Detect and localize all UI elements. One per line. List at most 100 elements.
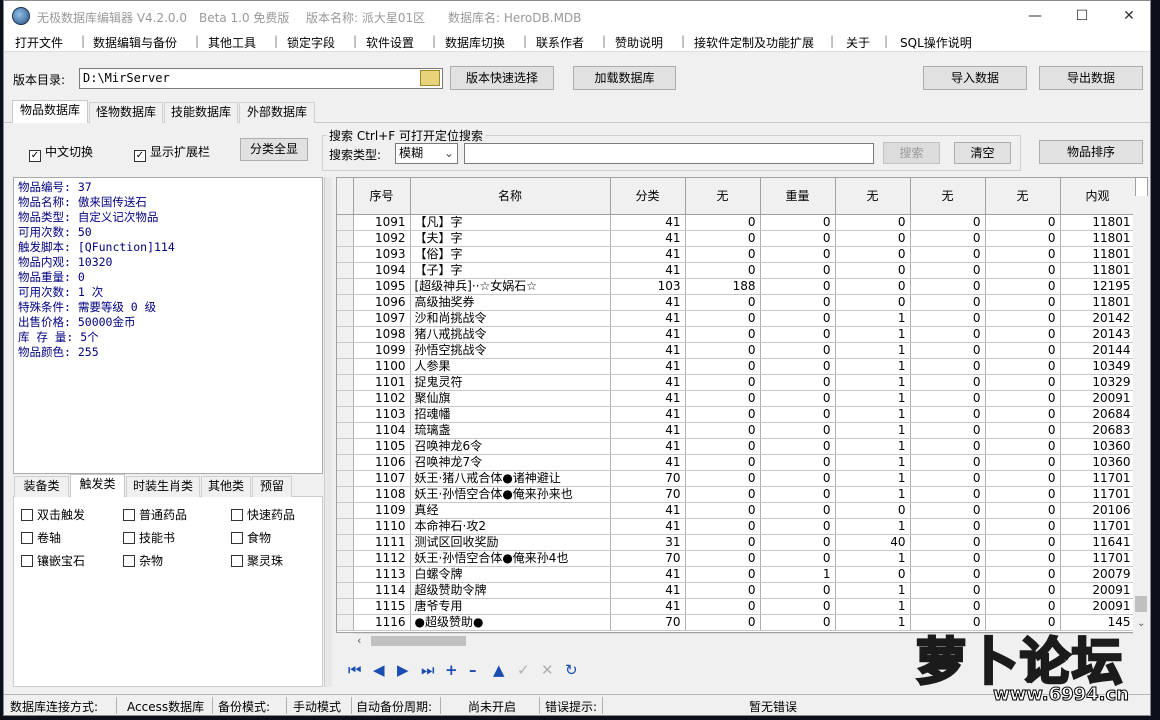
table-cell[interactable]: 0 bbox=[685, 438, 761, 455]
table-cell[interactable]: 0 bbox=[760, 550, 836, 567]
table-cell[interactable]: 捉鬼灵符 bbox=[410, 374, 611, 391]
folder-icon[interactable] bbox=[420, 70, 440, 86]
row-indicator[interactable] bbox=[337, 518, 354, 535]
table-row[interactable]: 1107 妖王·猪八戒合体●诸神避让 70 0 0 1 0 0 11701 bbox=[337, 470, 1136, 487]
table-cell[interactable]: 41 bbox=[610, 518, 686, 535]
table-cell[interactable]: 0 bbox=[910, 470, 986, 487]
table-row[interactable]: 1097 沙和尚挑战令 41 0 0 1 0 0 20142 bbox=[337, 310, 1136, 327]
table-cell[interactable]: 0 bbox=[685, 214, 761, 231]
table-cell[interactable]: 70 bbox=[610, 470, 686, 487]
chinese-toggle-checkbox[interactable]: ✓ 中文切换 bbox=[29, 143, 93, 162]
table-cell[interactable]: 0 bbox=[985, 358, 1061, 375]
table-cell[interactable]: 0 bbox=[910, 550, 986, 567]
table-cell[interactable]: 猪八戒挑战令 bbox=[410, 326, 611, 343]
table-cell[interactable]: 70 bbox=[610, 550, 686, 567]
table-cell[interactable]: 1 bbox=[835, 342, 911, 359]
delete-record-icon[interactable]: – bbox=[469, 661, 477, 679]
scroll-left-icon[interactable]: ‹ bbox=[357, 634, 361, 647]
table-cell[interactable]: 0 bbox=[835, 502, 911, 519]
table-cell[interactable]: 0 bbox=[685, 486, 761, 503]
table-row[interactable]: 1102 聚仙旗 41 0 0 1 0 0 20091 bbox=[337, 390, 1136, 407]
row-indicator[interactable] bbox=[337, 534, 354, 551]
table-cell[interactable]: 0 bbox=[985, 294, 1061, 311]
edit-record-icon[interactable]: ▲ bbox=[493, 661, 505, 679]
table-cell[interactable]: 11701 bbox=[1060, 550, 1136, 567]
table-cell[interactable]: 妖王·猪八戒合体●诸神避让 bbox=[410, 470, 611, 487]
table-cell[interactable]: 0 bbox=[685, 310, 761, 327]
table-cell[interactable]: 0 bbox=[985, 582, 1061, 599]
table-cell[interactable]: 0 bbox=[985, 230, 1061, 247]
table-cell[interactable]: 0 bbox=[760, 518, 836, 535]
row-indicator[interactable] bbox=[337, 390, 354, 407]
table-cell[interactable]: 10360 bbox=[1060, 438, 1136, 455]
row-indicator[interactable] bbox=[337, 614, 354, 631]
table-cell[interactable]: 0 bbox=[910, 422, 986, 439]
table-cell[interactable]: 0 bbox=[685, 390, 761, 407]
table-cell[interactable]: 0 bbox=[985, 374, 1061, 391]
search-input[interactable] bbox=[464, 143, 874, 164]
menu-sql-help[interactable]: SQL操作说明 bbox=[900, 34, 972, 51]
table-cell[interactable]: 20106 bbox=[1060, 502, 1136, 519]
last-record-icon[interactable]: ⏭ bbox=[421, 661, 435, 679]
table-cell[interactable]: 1104 bbox=[353, 422, 411, 439]
table-cell[interactable]: 1 bbox=[835, 390, 911, 407]
table-cell[interactable]: 41 bbox=[610, 262, 686, 279]
clear-button[interactable]: 清空 bbox=[954, 142, 1011, 164]
table-row[interactable]: 1105 召唤神龙6令 41 0 0 1 0 0 10360 bbox=[337, 438, 1136, 455]
table-cell[interactable]: 41 bbox=[610, 422, 686, 439]
column-header[interactable]: 无 bbox=[910, 178, 986, 215]
table-cell[interactable]: 0 bbox=[685, 374, 761, 391]
cat-checkbox[interactable]: 聚灵珠 bbox=[231, 552, 283, 569]
show-ext-checkbox[interactable]: ✓ 显示扩展栏 bbox=[134, 143, 210, 162]
table-cell[interactable]: 0 bbox=[835, 278, 911, 295]
cat-checkbox[interactable]: 镶嵌宝石 bbox=[21, 552, 85, 569]
table-cell[interactable]: 41 bbox=[610, 326, 686, 343]
table-cell[interactable]: 0 bbox=[910, 518, 986, 535]
vertical-scrollbar[interactable]: ⌄ bbox=[1133, 196, 1150, 633]
insert-record-icon[interactable]: + bbox=[445, 661, 458, 679]
table-cell[interactable]: 1093 bbox=[353, 246, 411, 263]
table-cell[interactable]: 103 bbox=[610, 278, 686, 295]
table-cell[interactable]: 本命神石·攻2 bbox=[410, 518, 611, 535]
table-cell[interactable]: 0 bbox=[760, 614, 836, 631]
table-cell[interactable]: 0 bbox=[685, 470, 761, 487]
table-cell[interactable]: 1 bbox=[835, 358, 911, 375]
table-cell[interactable]: 0 bbox=[910, 390, 986, 407]
table-cell[interactable]: 孙悟空挑战令 bbox=[410, 342, 611, 359]
table-cell[interactable]: 0 bbox=[835, 246, 911, 263]
scroll-thumb[interactable] bbox=[1135, 596, 1147, 612]
menu-contact[interactable]: 联系作者 bbox=[536, 34, 584, 51]
table-row[interactable]: 1106 召唤神龙7令 41 0 0 1 0 0 10360 bbox=[337, 454, 1136, 471]
table-cell[interactable]: 1 bbox=[835, 438, 911, 455]
table-cell[interactable]: 高级抽奖券 bbox=[410, 294, 611, 311]
table-cell[interactable]: 0 bbox=[685, 502, 761, 519]
cat-tab-other[interactable]: 其他类 bbox=[201, 476, 251, 497]
table-cell[interactable]: 41 bbox=[610, 502, 686, 519]
cancel-edit-icon[interactable]: ✕ bbox=[541, 661, 554, 679]
table-cell[interactable]: 0 bbox=[685, 294, 761, 311]
classify-all-button[interactable]: 分类全显 bbox=[240, 138, 308, 161]
cat-tab-trigger[interactable]: 触发类 bbox=[70, 474, 125, 497]
table-row[interactable]: 1100 人参果 41 0 0 1 0 0 10349 bbox=[337, 358, 1136, 375]
table-cell[interactable]: 41 bbox=[610, 390, 686, 407]
table-cell[interactable]: 【夫】字 bbox=[410, 230, 611, 247]
table-cell[interactable]: 0 bbox=[685, 422, 761, 439]
table-cell[interactable]: 0 bbox=[760, 230, 836, 247]
table-cell[interactable]: 0 bbox=[685, 262, 761, 279]
table-cell[interactable]: 0 bbox=[760, 502, 836, 519]
cat-checkbox[interactable]: 技能书 bbox=[123, 529, 175, 546]
table-row[interactable]: 1092 【夫】字 41 0 0 0 0 0 11801 bbox=[337, 230, 1136, 247]
table-cell[interactable]: 召唤神龙7令 bbox=[410, 454, 611, 471]
table-cell[interactable]: 0 bbox=[985, 278, 1061, 295]
table-cell[interactable]: 0 bbox=[685, 614, 761, 631]
table-cell[interactable]: 妖王·孙悟空合体●俺来孙来也 bbox=[410, 486, 611, 503]
table-cell[interactable]: 0 bbox=[985, 214, 1061, 231]
quick-select-button[interactable]: 版本快速选择 bbox=[450, 66, 554, 90]
table-cell[interactable]: 41 bbox=[610, 294, 686, 311]
table-cell[interactable]: 0 bbox=[760, 438, 836, 455]
table-cell[interactable]: 1116 bbox=[353, 614, 411, 631]
table-cell[interactable]: 41 bbox=[610, 454, 686, 471]
table-cell[interactable]: 1 bbox=[760, 566, 836, 583]
tab-monster-db[interactable]: 怪物数据库 bbox=[89, 102, 163, 123]
table-cell[interactable]: 【俗】字 bbox=[410, 246, 611, 263]
